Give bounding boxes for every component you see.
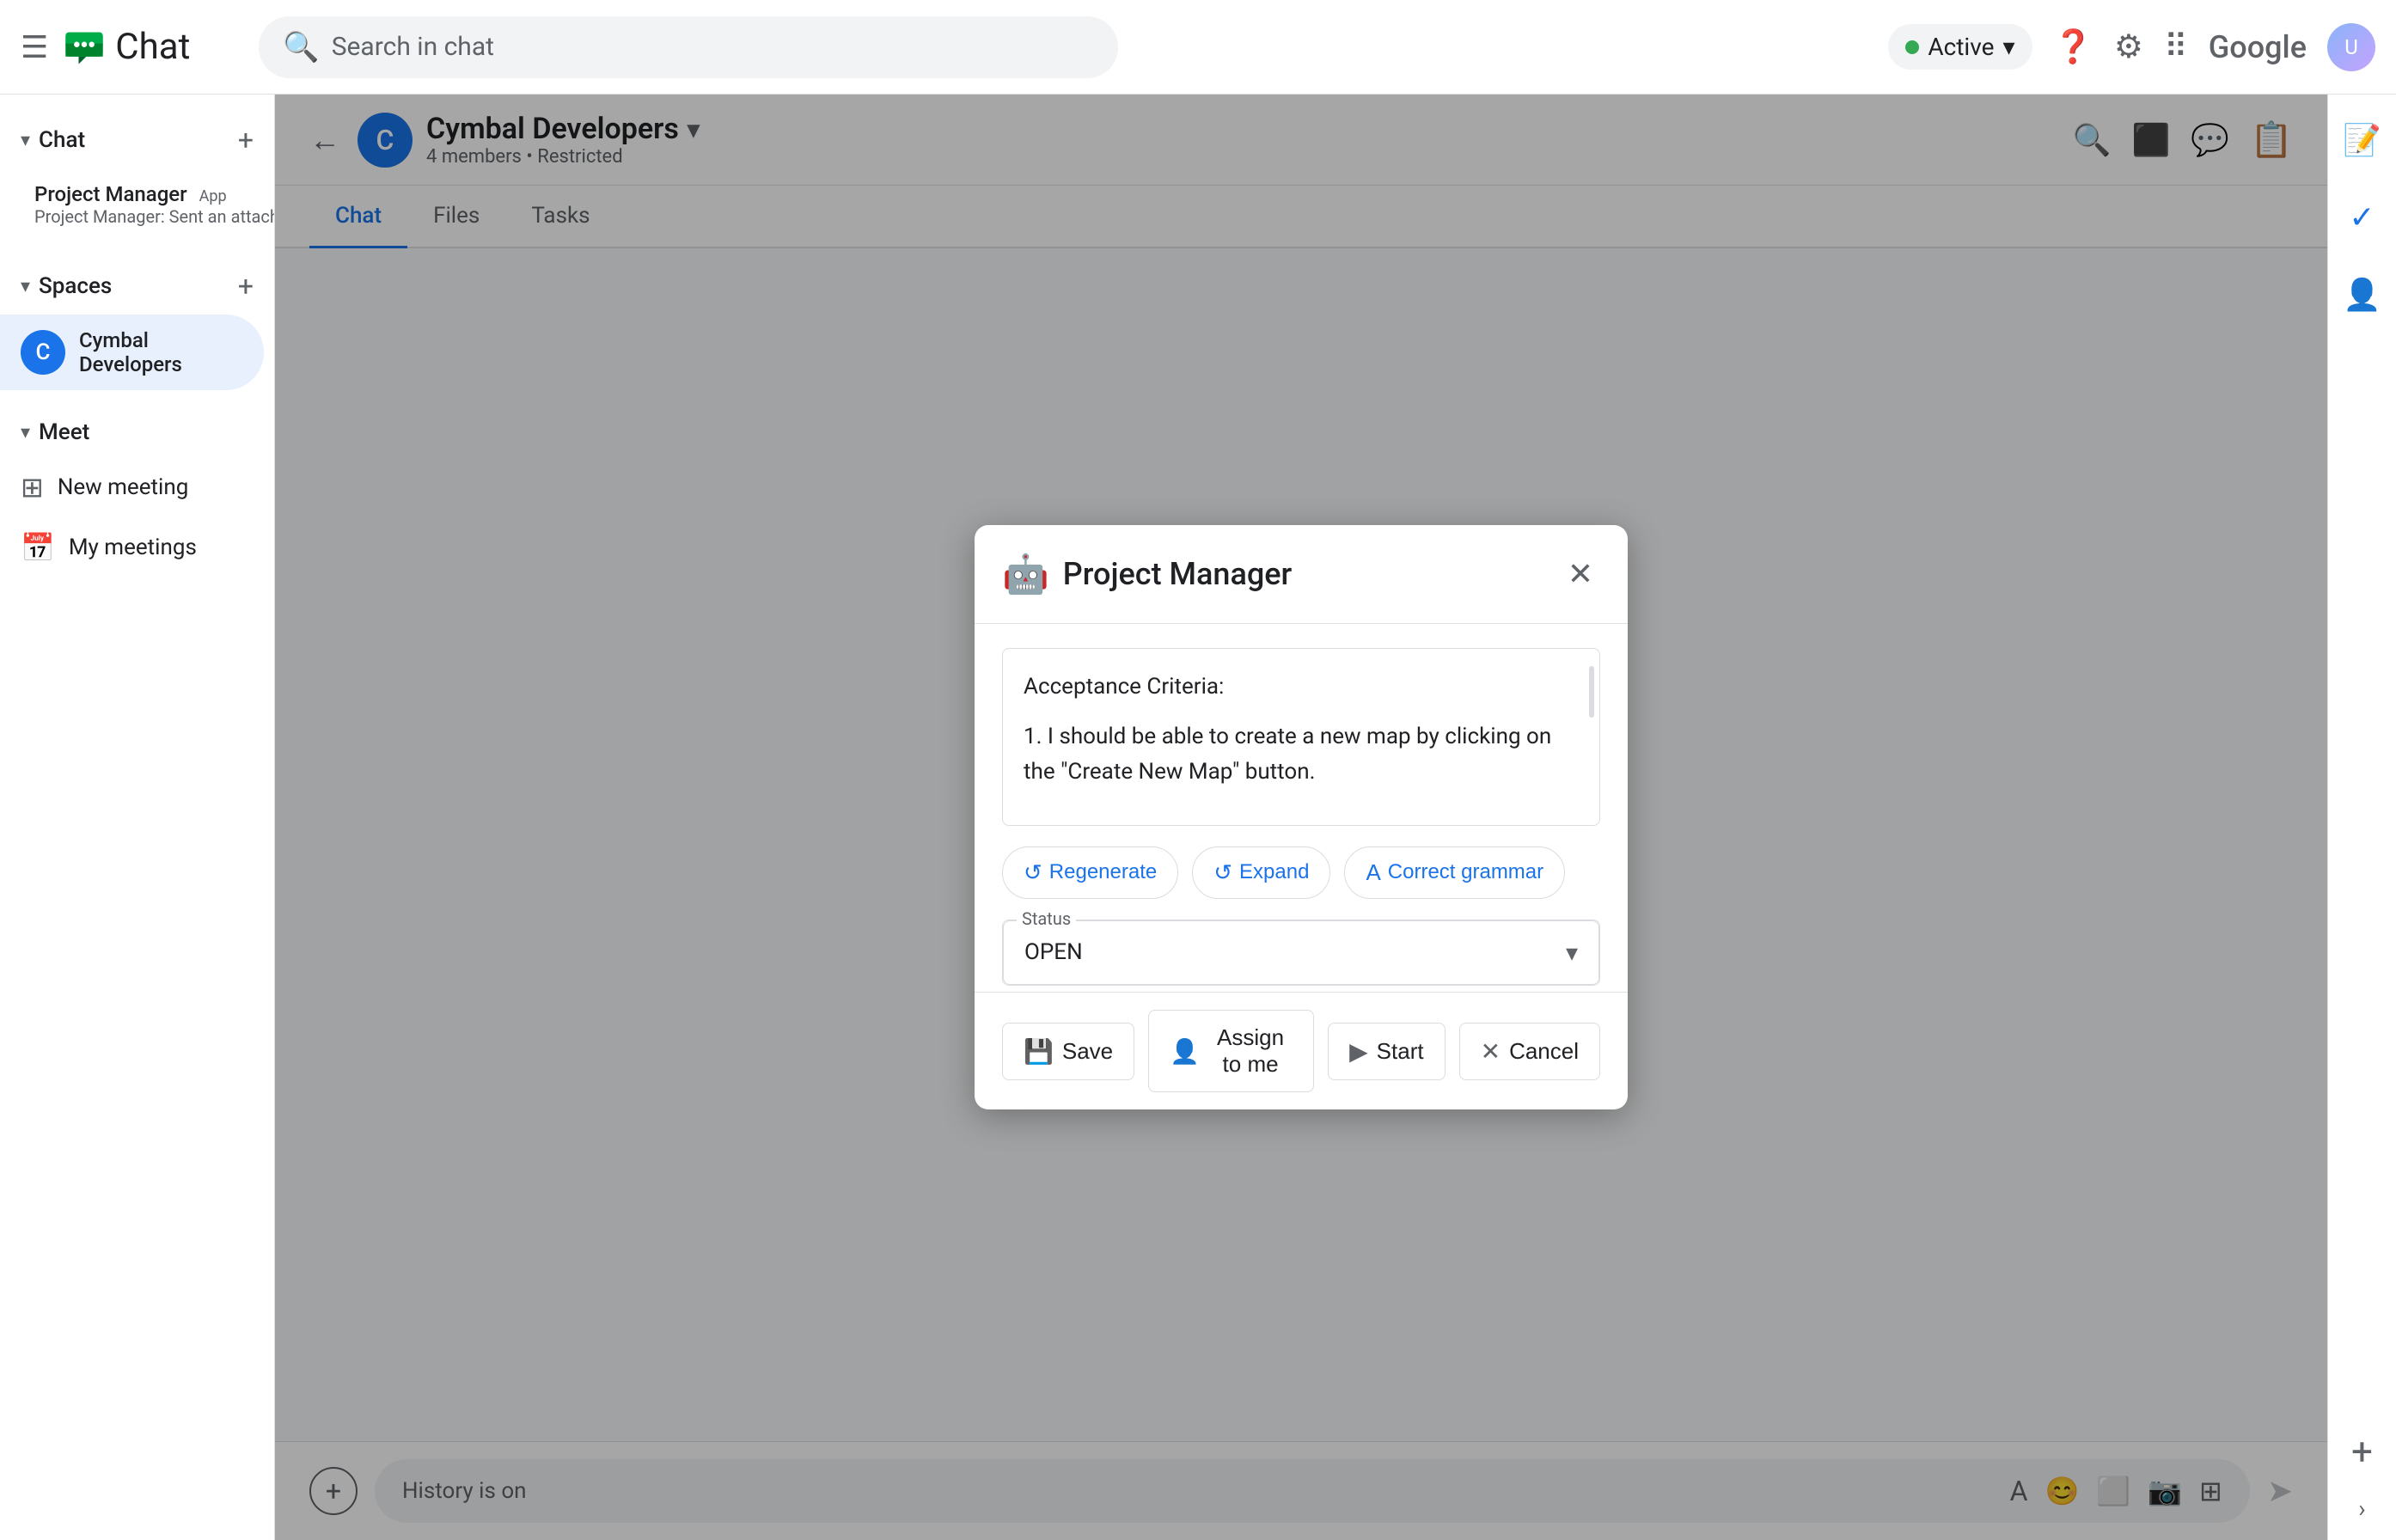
chat-logo-svg [62,25,107,70]
cymbal-developers-avatar: C [21,330,65,375]
hamburger-icon[interactable]: ☰ [21,29,48,65]
save-icon: 💾 [1024,1037,1054,1066]
status-value: OPEN [1024,939,1083,965]
acceptance-body: 1. I should be able to create a new map … [1024,719,1579,791]
project-manager-name: Project Manager App [34,182,275,206]
chat-add-icon[interactable]: + [238,124,254,156]
regenerate-icon: ↺ [1024,859,1042,886]
modal-robot-icon: 🤖 [1002,552,1049,596]
chat-section-header[interactable]: ▾ Chat + [0,112,274,168]
project-manager-content: Project Manager App Project Manager: Sen… [34,182,275,227]
active-dot [1905,40,1919,54]
notes-icon[interactable]: 📝 [2332,112,2392,168]
search-bar: 🔍 Search in chat [259,16,1118,78]
add-panel-icon[interactable]: + [2351,1429,2373,1474]
modal-header: 🤖 Project Manager ✕ [975,525,1628,624]
meet-chevron-icon: ▾ [21,422,30,443]
modal-overlay: 🤖 Project Manager ✕ Acceptance Criteria:… [275,95,2327,1540]
status-label: Status [1017,908,1076,929]
top-bar: ☰ Chat 🔍 Search in chat Active ▾ [0,0,2396,95]
sidebar-item-cymbal-developers[interactable]: C Cymbal Developers [0,315,264,390]
new-meeting-item[interactable]: ⊞ New meeting [0,457,274,517]
correct-grammar-button[interactable]: A Correct grammar [1344,846,1565,899]
my-meetings-item[interactable]: 📅 My meetings [0,517,274,578]
acceptance-criteria-box: Acceptance Criteria: 1. I should be able… [1002,648,1600,826]
right-sidebar: 📝 ✓ 👤 + › [2327,95,2396,1540]
spaces-section-title: ▾ Spaces [21,273,112,299]
apps-icon[interactable]: ⠿ [2164,28,2188,66]
google-chat-logo: Chat [62,25,190,70]
save-button[interactable]: 💾 Save [1002,1023,1134,1080]
my-meetings-icon: 📅 [21,531,55,564]
scrollbar-indicator [1589,666,1594,718]
top-bar-left: ☰ Chat [21,25,190,70]
left-sidebar: ▾ Chat + 🤖 Project Manager App Project M… [0,95,275,1540]
cancel-button[interactable]: ✕ Cancel [1459,1023,1600,1080]
search-inner[interactable]: 🔍 Search in chat [259,16,1118,78]
spaces-chevron-icon: ▾ [21,276,30,297]
expand-icon: ↺ [1213,859,1232,886]
person-icon[interactable]: 👤 [2332,266,2392,323]
start-icon: ▶ [1349,1037,1368,1066]
spaces-section-header[interactable]: ▾ Spaces + [0,258,274,315]
cymbal-developers-content: Cymbal Developers [79,328,243,376]
chat-section-title: ▾ Chat [21,127,85,153]
start-button[interactable]: ▶ Start [1328,1023,1445,1080]
modal-close-button[interactable]: ✕ [1561,549,1600,599]
expand-right-icon[interactable]: › [2358,1494,2365,1523]
status-group: Status OPEN ▾ [1002,920,1600,986]
meet-section-title: ▾ Meet [21,419,89,445]
regenerate-button[interactable]: ↺ Regenerate [1002,846,1178,899]
active-status-badge[interactable]: Active ▾ [1888,24,2032,70]
my-meetings-label: My meetings [69,535,197,560]
correct-grammar-icon: A [1366,859,1380,886]
assign-to-me-button[interactable]: 👤 Assign to me [1148,1010,1314,1092]
ai-actions: ↺ Regenerate ↺ Expand A Correct grammar [1002,846,1600,899]
cancel-icon: ✕ [1481,1037,1501,1066]
top-bar-right: Active ▾ ❓ ⚙ ⠿ Google U [1888,23,2375,71]
app-title: Chat [115,26,190,68]
meet-section-header[interactable]: ▾ Meet [0,407,274,457]
main-layout: ▾ Chat + 🤖 Project Manager App Project M… [0,95,2396,1540]
cymbal-developers-name: Cymbal Developers [79,328,243,376]
settings-icon[interactable]: ⚙ [2114,28,2143,66]
project-manager-modal: 🤖 Project Manager ✕ Acceptance Criteria:… [975,525,1628,1109]
modal-body: Acceptance Criteria: 1. I should be able… [975,624,1628,992]
sidebar-item-project-manager[interactable]: 🤖 Project Manager App Project Manager: S… [0,168,264,241]
active-label: Active [1928,33,1994,61]
modal-title: Project Manager [1063,556,1547,592]
modal-footer: 💾 Save 👤 Assign to me ▶ Start ✕ Cancel [975,992,1628,1109]
user-avatar[interactable]: U [2327,23,2375,71]
new-meeting-icon: ⊞ [21,471,44,504]
google-logo: Google [2209,29,2307,65]
help-icon[interactable]: ❓ [2053,28,2093,66]
expand-button[interactable]: ↺ Expand [1192,846,1330,899]
chat-chevron-icon: ▾ [21,130,30,151]
active-chevron: ▾ [2002,33,2014,61]
status-dropdown-arrow: ▾ [1566,938,1578,967]
assign-icon: 👤 [1170,1037,1200,1066]
tasks-icon[interactable]: ✓ [2338,189,2385,246]
status-dropdown[interactable]: OPEN ▾ [1003,920,1599,985]
search-placeholder: Search in chat [332,32,494,62]
acceptance-title: Acceptance Criteria: [1024,669,1579,706]
main-content: ← C Cymbal Developers ▾ 4 members • Rest… [275,95,2327,1540]
search-icon: 🔍 [283,30,319,64]
project-manager-sub: Project Manager: Sent an attachment [34,206,275,227]
spaces-add-icon[interactable]: + [238,270,254,302]
new-meeting-label: New meeting [58,474,188,500]
